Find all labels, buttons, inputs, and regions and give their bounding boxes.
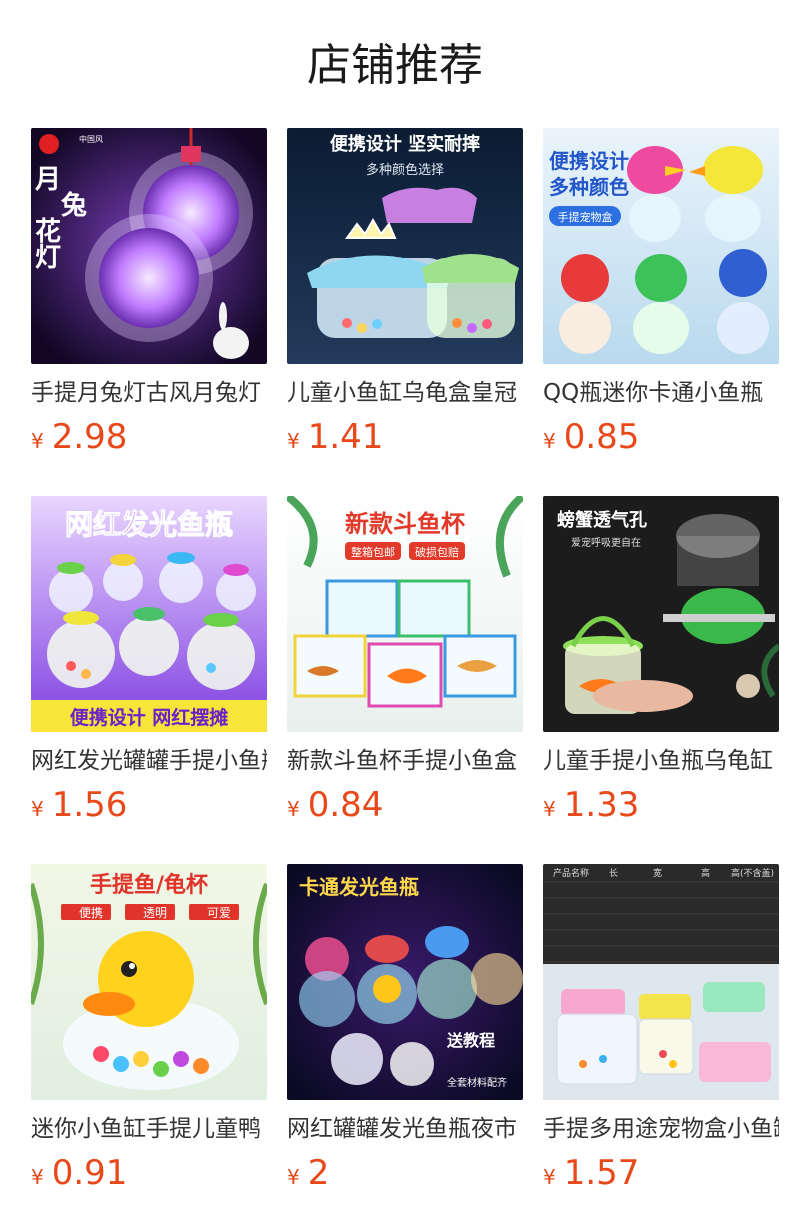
product-card[interactable]: 产品名称 长 宽 高 高(不含盖) 手提多用途宠物盒小鱼缸 ¥ 1.57 [543, 864, 779, 1198]
product-card[interactable]: 新款斗鱼杯 整箱包邮 破损包赔 新款斗鱼杯手提小鱼盒 ¥0.84 [287, 496, 523, 830]
price-value: 1.41 [307, 417, 384, 457]
product-card[interactable]: 便携设计 多种颜色 手提宠物盒 QQ瓶迷你卡通小鱼瓶 ¥0.85 [543, 128, 779, 462]
image-caption: 多种颜色 [549, 175, 629, 199]
image-caption: 可爱 [207, 906, 231, 920]
currency-symbol: ¥ [31, 429, 44, 453]
price-value: 0.84 [307, 785, 384, 825]
image-caption: 宽 [653, 867, 662, 879]
image-caption: 高 [701, 867, 710, 879]
product-price: ¥1.57 [543, 1152, 639, 1194]
image-caption: 长 [609, 867, 618, 879]
image-caption: 全套材料配齐 [447, 1076, 507, 1089]
cartoon-fish-bottle-image[interactable]: 便携设计 多种颜色 手提宠物盒 [543, 128, 779, 364]
image-caption: 卡通发光鱼瓶 [299, 875, 419, 899]
price-value: 2.98 [51, 417, 128, 457]
image-caption: 产品名称 [553, 867, 589, 879]
product-name[interactable]: 儿童手提小鱼瓶乌龟缸 [543, 744, 779, 778]
crab-bucket-image[interactable]: 螃蟹透气孔 爱宠呼吸更自在 [543, 496, 779, 732]
currency-symbol: ¥ [287, 429, 300, 453]
price-value: 1.57 [563, 1153, 640, 1193]
price-value: 2 [307, 1153, 330, 1193]
image-badge: 中国风 [79, 134, 103, 144]
product-price: ¥1.33 [543, 784, 639, 826]
image-caption: 整箱包邮 [351, 545, 395, 559]
crown-fish-tank-image[interactable]: 便携设计 坚实耐摔 多种颜色选择 [287, 128, 523, 364]
product-name[interactable]: 新款斗鱼杯手提小鱼盒 [287, 744, 523, 778]
betta-cup-image[interactable]: 新款斗鱼杯 整箱包邮 破损包赔 [287, 496, 523, 732]
image-caption: 手提鱼/龟杯 [90, 872, 208, 898]
image-caption: 便携设计 网红摆摊 [70, 706, 229, 729]
product-card[interactable]: 螃蟹透气孔 爱宠呼吸更自在 儿童手提小鱼瓶乌龟缸 ¥1.33 [543, 496, 779, 830]
currency-symbol: ¥ [287, 1165, 300, 1189]
duck-fish-bowl-image[interactable]: 手提鱼/龟杯 便携 透明 可爱 [31, 864, 267, 1100]
price-value: 1.56 [51, 785, 128, 825]
product-name[interactable]: 迷你小鱼缸手提儿童鸭 [31, 1112, 267, 1146]
image-caption: 多种颜色选择 [366, 162, 444, 178]
image-caption: 送教程 [446, 1031, 495, 1050]
product-name[interactable]: 手提月兔灯古风月兔灯 [31, 376, 267, 410]
image-caption: 便携 [79, 905, 103, 920]
image-caption: 透明 [143, 906, 167, 920]
image-caption: 新款斗鱼杯 [345, 510, 465, 538]
currency-symbol: ¥ [543, 429, 556, 453]
product-price: ¥0.91 [31, 1152, 127, 1194]
page-title: 店铺推荐 [307, 40, 483, 91]
price-value: 0.85 [563, 417, 640, 457]
product-price: ¥0.85 [543, 416, 639, 458]
product-card[interactable]: 便携设计 坚实耐摔 多种颜色选择 儿童小鱼缸乌龟盒皇冠 ¥1.41 [287, 128, 523, 462]
price-value: 1.33 [563, 785, 640, 825]
image-caption: 灯 [35, 243, 61, 273]
image-caption: 网红发光鱼瓶 [65, 508, 233, 541]
price-value: 0.91 [51, 1153, 128, 1193]
image-caption: 破损包赔 [415, 545, 459, 559]
product-name[interactable]: 网红发光罐罐手提小鱼瓶 [31, 744, 267, 778]
image-caption: 高(不含盖) [731, 867, 774, 879]
image-caption: 手提宠物盒 [558, 210, 613, 224]
product-price: ¥1.41 [287, 416, 383, 458]
currency-symbol: ¥ [543, 1165, 556, 1189]
product-card[interactable]: 月 兔 花 灯 中国风 手提月兔灯古风月兔灯 ¥2.98 [31, 128, 267, 462]
product-price: ¥1.56 [31, 784, 127, 826]
glowing-jar-image[interactable]: 网红发光鱼瓶 便携设计 网红摆摊 [31, 496, 267, 732]
product-card[interactable]: 手提鱼/龟杯 便携 透明 可爱 迷你小鱼缸手提儿童鸭 ¥0.91 [31, 864, 267, 1198]
product-card[interactable]: 卡通发光鱼瓶 送教程 全套材料配齐 网红罐罐发光鱼瓶夜市 ¥2 [287, 864, 523, 1198]
image-caption: 螃蟹透气孔 [557, 509, 647, 531]
moon-rabbit-lantern-image[interactable]: 月 兔 花 灯 中国风 [31, 128, 267, 364]
image-caption: 便携设计 坚实耐摔 [330, 133, 480, 155]
product-price: ¥0.84 [287, 784, 383, 826]
multi-pet-box-image[interactable]: 产品名称 长 宽 高 高(不含盖) [543, 864, 779, 1100]
product-name[interactable]: 网红罐罐发光鱼瓶夜市 [287, 1112, 523, 1146]
currency-symbol: ¥ [31, 1165, 44, 1189]
product-price: ¥2.98 [31, 416, 127, 458]
product-price: ¥2 [287, 1152, 329, 1194]
product-name[interactable]: 手提多用途宠物盒小鱼缸 [543, 1112, 779, 1146]
image-caption: 月 [34, 165, 61, 195]
image-caption: 便携设计 [549, 149, 629, 173]
currency-symbol: ¥ [287, 797, 300, 821]
product-name[interactable]: QQ瓶迷你卡通小鱼瓶 [543, 376, 779, 410]
product-card[interactable]: 网红发光鱼瓶 便携设计 网红摆摊 网红发光罐罐手提小鱼瓶 ¥1.56 [31, 496, 267, 830]
product-name[interactable]: 儿童小鱼缸乌龟盒皇冠 [287, 376, 523, 410]
cartoon-glow-bottle-image[interactable]: 卡通发光鱼瓶 送教程 全套材料配齐 [287, 864, 523, 1100]
image-caption: 兔 [61, 191, 87, 221]
currency-symbol: ¥ [31, 797, 44, 821]
currency-symbol: ¥ [543, 797, 556, 821]
image-caption: 爱宠呼吸更自在 [571, 536, 641, 549]
